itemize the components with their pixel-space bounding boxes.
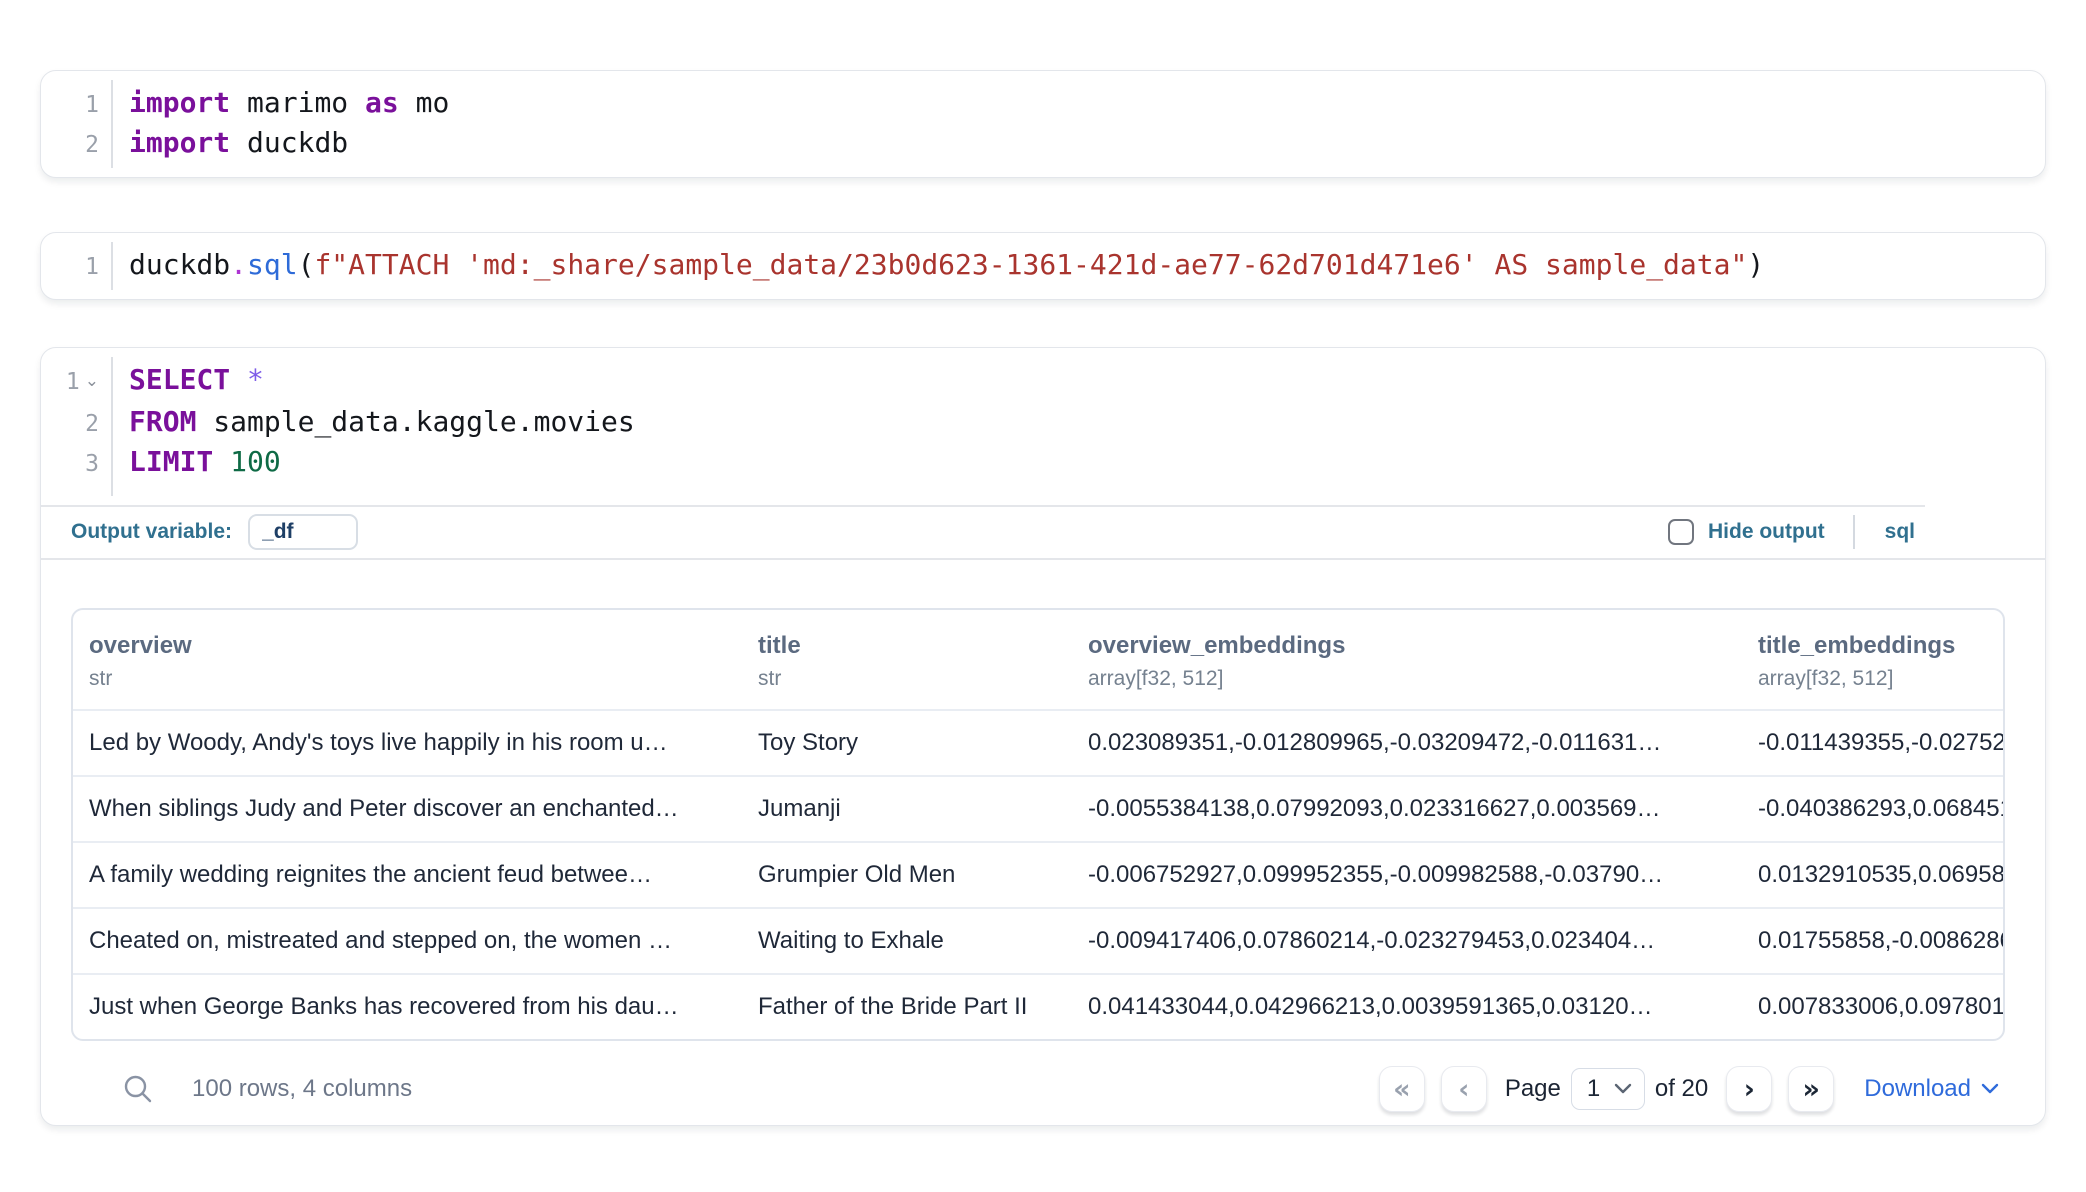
table-cell: 0.0132910535,0.069585 xyxy=(1758,843,2003,907)
table-cell: -0.0055384138,0.07992093,0.023316627,0.0… xyxy=(1088,777,1758,841)
table-cell: Grumpier Old Men xyxy=(758,843,1088,907)
table-cell: Led by Woody, Andy's toys live happily i… xyxy=(73,711,758,775)
code-line[interactable]: 1import marimo as mo xyxy=(41,84,2045,124)
meta-right-group: Hide output sql xyxy=(1668,515,2045,549)
column-header-overview[interactable]: overview str xyxy=(73,610,758,709)
column-name: title xyxy=(758,632,1068,660)
table-cell: 0.041433044,0.042966213,0.0039591365,0.0… xyxy=(1088,975,1758,1039)
table-row[interactable]: Led by Woody, Andy's toys live happily i… xyxy=(73,709,2003,775)
chevrons-right-icon: » xyxy=(1803,1076,1820,1103)
table-body: Led by Woody, Andy's toys live happily i… xyxy=(73,709,2003,1039)
code-line[interactable]: 1duckdb.sql(f"ATTACH 'md:_share/sample_d… xyxy=(41,246,2045,286)
code-editor[interactable]: 1import marimo as mo2import duckdb xyxy=(41,71,2045,177)
notebook: 1import marimo as mo2import duckdb 1duck… xyxy=(0,0,2086,1126)
last-page-button[interactable]: » xyxy=(1788,1066,1834,1112)
code-text: SELECT * xyxy=(111,361,264,399)
table-header-row: overview str title str overview_embeddingsar… xyxy=(73,610,2003,709)
vertical-divider xyxy=(1853,515,1855,549)
column-type: str xyxy=(89,667,738,691)
code-line[interactable]: 2import duckdb xyxy=(41,124,2045,164)
table-cell: 0.023089351,-0.012809965,-0.03209472,-0.… xyxy=(1088,711,1758,775)
table-cell: 0.01755858,-0.00862866 xyxy=(1758,909,2003,973)
first-page-button[interactable]: « xyxy=(1379,1066,1425,1112)
table-cell: A family wedding reignites the ancient f… xyxy=(73,843,758,907)
chevron-right-icon: › xyxy=(1744,1076,1755,1103)
table-cell: When siblings Judy and Peter discover an… xyxy=(73,777,758,841)
table-cell: -0.011439355,-0.027525 xyxy=(1758,711,2003,775)
code-cell-attach: 1duckdb.sql(f"ATTACH 'md:_share/sample_d… xyxy=(40,232,2046,300)
code-text: import marimo as mo xyxy=(111,84,449,122)
search-icon xyxy=(122,1073,154,1105)
table-cell: -0.009417406,0.07860214,-0.023279453,0.0… xyxy=(1088,909,1758,973)
table-row[interactable]: A family wedding reignites the ancient f… xyxy=(73,841,2003,907)
page-select[interactable]: 1 xyxy=(1571,1068,1645,1110)
table-cell: 0.007833006,0.0978012 xyxy=(1758,975,2003,1039)
output-variable-label: Output variable: xyxy=(71,520,232,544)
table-cell: Toy Story xyxy=(758,711,1088,775)
download-label: Download xyxy=(1864,1075,1971,1103)
table-cell: Cheated on, mistreated and stepped on, t… xyxy=(73,909,758,973)
table-footer: 100 rows, 4 columns « ‹ Page 1 xyxy=(71,1053,2005,1125)
sql-cell: 1⌄SELECT *2FROM sample_data.kaggle.movie… xyxy=(40,347,2046,1126)
line-number: 2 xyxy=(41,405,111,443)
chevron-left-icon: ‹ xyxy=(1458,1076,1469,1103)
table-cell: -0.006752927,0.099952355,-0.009982588,-0… xyxy=(1088,843,1758,907)
column-name: overview_embeddings xyxy=(1088,632,1738,660)
table-cell: Just when George Banks has recovered fro… xyxy=(73,975,758,1039)
page-total-label: of 20 xyxy=(1655,1075,1708,1103)
chevrons-left-icon: « xyxy=(1393,1076,1410,1103)
chevron-down-icon xyxy=(1981,1083,1999,1095)
hide-output-checkbox[interactable] xyxy=(1668,519,1694,545)
line-number: 1 xyxy=(41,86,111,124)
table-row[interactable]: Cheated on, mistreated and stepped on, t… xyxy=(73,907,2003,973)
column-name: overview xyxy=(89,632,738,660)
table-row[interactable]: Just when George Banks has recovered fro… xyxy=(73,973,2003,1039)
table-cell: Waiting to Exhale xyxy=(758,909,1088,973)
search-button[interactable] xyxy=(122,1073,154,1105)
code-editor[interactable]: 1duckdb.sql(f"ATTACH 'md:_share/sample_d… xyxy=(41,233,2045,299)
sql-code-editor[interactable]: 1⌄SELECT *2FROM sample_data.kaggle.movie… xyxy=(41,348,2045,505)
gutter-divider xyxy=(111,357,113,496)
column-name: title_embeddings xyxy=(1758,632,2003,660)
previous-page-button[interactable]: ‹ xyxy=(1441,1066,1487,1112)
table-row[interactable]: When siblings Judy and Peter discover an… xyxy=(73,775,2003,841)
column-header-title[interactable]: title str xyxy=(758,610,1088,709)
language-badge[interactable]: sql xyxy=(1885,520,1915,544)
code-text: LIMIT 100 xyxy=(111,443,281,481)
code-line[interactable]: 2FROM sample_data.kaggle.movies xyxy=(41,403,2045,443)
code-line[interactable]: 1⌄SELECT * xyxy=(41,361,2045,403)
column-type: str xyxy=(758,667,1068,691)
hide-output-label: Hide output xyxy=(1708,520,1825,544)
table-cell: -0.040386293,0.0684513 xyxy=(1758,777,2003,841)
pagination: « ‹ Page 1 of 20 › xyxy=(1379,1066,1999,1112)
row-count-summary: 100 rows, 4 columns xyxy=(192,1075,412,1103)
code-text: FROM sample_data.kaggle.movies xyxy=(111,403,635,441)
code-text: duckdb.sql(f"ATTACH 'md:_share/sample_da… xyxy=(111,246,1764,284)
query-output: overview str title str overview_embeddingsar… xyxy=(41,608,2045,1125)
column-type: array[f32, 512] xyxy=(1758,667,2003,691)
line-number: 3 xyxy=(41,445,111,483)
download-button[interactable]: Download xyxy=(1864,1075,1999,1103)
result-table: overview str title str overview_embeddingsar… xyxy=(71,608,2005,1041)
sql-meta-bar: Output variable: Hide output sql xyxy=(41,505,2045,560)
page-label: Page xyxy=(1505,1075,1561,1103)
code-line[interactable]: 3LIMIT 100 xyxy=(41,443,2045,483)
line-number: 2 xyxy=(41,126,111,164)
next-page-button[interactable]: › xyxy=(1726,1066,1772,1112)
column-type: array[f32, 512] xyxy=(1088,667,1738,691)
gutter-divider xyxy=(111,242,113,290)
gutter-divider xyxy=(111,80,113,168)
table-cell: Jumanji xyxy=(758,777,1088,841)
column-header-title_embeddings[interactable]: title_embeddings array[f32, 512] xyxy=(1758,610,2003,709)
chevron-down-icon xyxy=(1614,1083,1632,1095)
page-select-value: 1 xyxy=(1587,1075,1600,1103)
table-cell: Father of the Bride Part II xyxy=(758,975,1088,1039)
column-header-overview_embeddings[interactable]: overview_embeddings array[f32, 512] xyxy=(1088,610,1758,709)
output-variable-input[interactable] xyxy=(248,514,358,550)
code-cell-imports: 1import marimo as mo2import duckdb xyxy=(40,70,2046,178)
line-number: 1 xyxy=(41,248,111,286)
line-number: 1⌄ xyxy=(41,363,111,403)
fold-chevron-icon[interactable]: ⌄ xyxy=(85,362,99,400)
code-text: import duckdb xyxy=(111,124,348,162)
